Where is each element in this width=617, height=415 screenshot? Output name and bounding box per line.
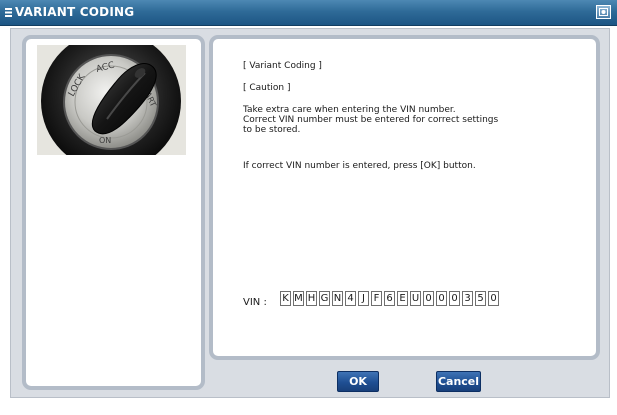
ok-button[interactable]: OK: [337, 371, 379, 392]
ignition-switch-icon: LOCK ACC START ON: [37, 45, 186, 155]
caution-text: [ Caution ]: [243, 83, 291, 93]
close-icon: [599, 8, 608, 16]
cancel-button[interactable]: Cancel: [436, 371, 481, 392]
instruction-text: If correct VIN number is entered, press …: [243, 161, 476, 171]
image-panel: LOCK ACC START ON: [22, 35, 205, 390]
vin-char-input[interactable]: 0: [423, 291, 434, 306]
caution-line-1: Take extra care when entering the VIN nu…: [243, 105, 456, 115]
vin-char-input[interactable]: E: [397, 291, 408, 306]
window-menu-icon[interactable]: [5, 8, 12, 17]
vin-char-input[interactable]: K: [280, 291, 291, 306]
caution-line-2: Correct VIN number must be entered for c…: [243, 115, 499, 125]
vin-char-input[interactable]: 6: [384, 291, 395, 306]
vin-char-input[interactable]: 0: [488, 291, 499, 306]
message-panel: [ Variant Coding ] [ Caution ] Take extr…: [209, 35, 600, 360]
vin-char-input[interactable]: G: [319, 291, 330, 306]
vin-char-input[interactable]: J: [358, 291, 369, 306]
vin-input-group: K M H G N 4 J F 6 E U 0 0 0 3 5 0: [280, 291, 499, 306]
window-title: VARIANT CODING: [15, 5, 135, 19]
vin-char-input[interactable]: 0: [449, 291, 460, 306]
vin-char-input[interactable]: H: [306, 291, 317, 306]
variant-coding-dialog: VARIANT CODING LOCK ACC ON [Variant Cod…: [0, 0, 617, 415]
vin-char-input[interactable]: N: [332, 291, 343, 306]
vin-char-input[interactable]: U: [410, 291, 421, 306]
close-button[interactable]: [596, 5, 611, 19]
vin-char-input[interactable]: 0: [436, 291, 447, 306]
vin-char-input[interactable]: M: [293, 291, 304, 306]
vin-label: VIN :: [243, 297, 267, 308]
vin-char-input[interactable]: 5: [475, 291, 486, 306]
heading-text: [ Variant Coding ]: [243, 61, 322, 71]
title-bar: VARIANT CODING: [0, 0, 617, 26]
vin-char-input[interactable]: 4: [345, 291, 356, 306]
ignition-key-photo: LOCK ACC START ON: [37, 45, 186, 155]
vin-char-input[interactable]: F: [371, 291, 382, 306]
caution-line-3: to be stored.: [243, 125, 301, 135]
svg-text:ON: ON: [99, 136, 111, 145]
vin-char-input[interactable]: 3: [462, 291, 473, 306]
